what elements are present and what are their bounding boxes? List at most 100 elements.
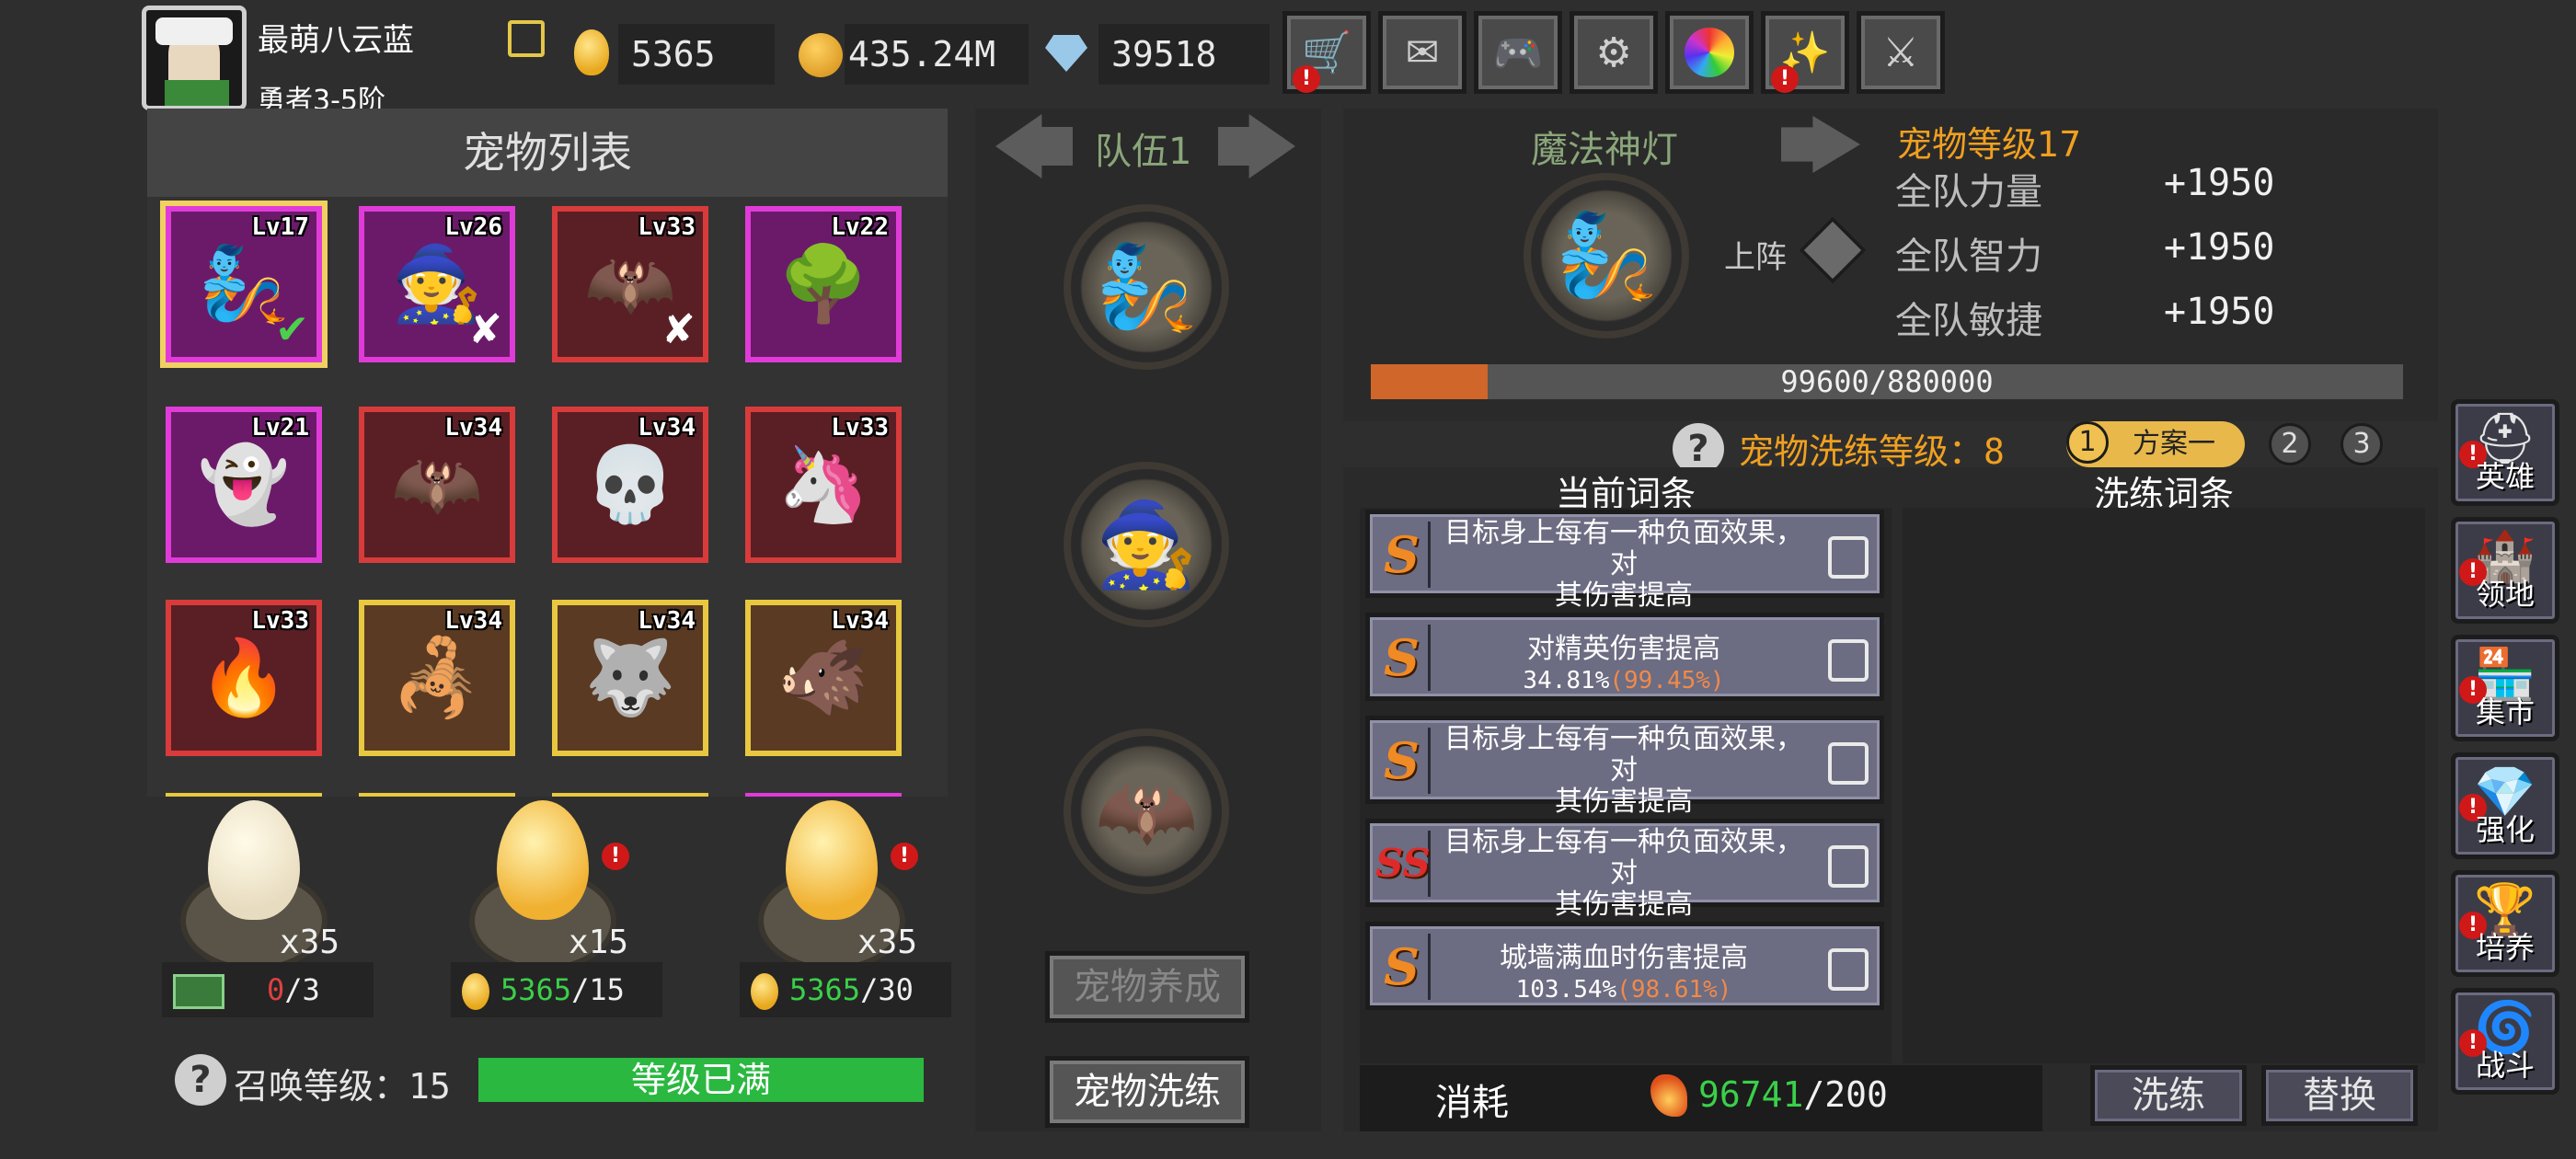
affix-grade: S xyxy=(1375,934,1431,1000)
stat-label: 全队敏捷 xyxy=(1895,300,2042,342)
summon-level-value: 15 xyxy=(408,1066,451,1107)
team-slot-1[interactable]: 🧞 xyxy=(1064,204,1229,370)
gamepad-icon: 🎮 xyxy=(1492,29,1544,76)
pet-name: 魔法神灯 xyxy=(1531,129,1678,171)
pet-raise-button[interactable]: 宠物养成 xyxy=(1045,951,1249,1023)
side-menu-gem-frame[interactable]: 💎! 强化 xyxy=(2451,752,2559,859)
scheme-1-button[interactable]: 1 方案一 xyxy=(2066,421,2245,467)
pet-level: Lv33 xyxy=(251,607,309,635)
affix-card[interactable]: S 对精英伤害提高 34.81%(99.45%) xyxy=(1365,613,1884,701)
pet-card[interactable]: 🔥 Lv33 xyxy=(166,600,322,756)
cost-have: 96741 xyxy=(1698,1074,1804,1115)
pet-card[interactable]: 🦇 Lv33 ✘ xyxy=(552,206,708,362)
unlock-icon[interactable] xyxy=(1828,639,1869,682)
pet-card[interactable]: 🌳 Lv22 xyxy=(745,206,902,362)
egg-cost[interactable]: 5365/30 xyxy=(740,962,951,1017)
edit-name-icon[interactable] xyxy=(508,20,545,57)
side-menu-helmet[interactable]: ⛑! 英雄 xyxy=(2451,399,2559,506)
affix-value-row: 34.81%(99.45%) xyxy=(1438,665,1810,696)
player-name: 最萌八云蓝 xyxy=(258,22,414,59)
replace-button[interactable]: 替换 xyxy=(2261,1065,2418,1126)
egg-cost[interactable]: 0/3 xyxy=(162,962,374,1017)
pet-card[interactable]: 🐗 Lv34 xyxy=(745,600,902,756)
side-menu-market[interactable]: 🏪! 集市 xyxy=(2451,635,2559,741)
shop-button[interactable]: 🛒! xyxy=(1282,11,1371,94)
gray-bat-icon: 🦇 xyxy=(391,442,483,527)
pet-card[interactable]: 🦄 Lv33 xyxy=(745,407,902,563)
swords-button[interactable]: ⚔ xyxy=(1857,11,1945,94)
pet-card[interactable]: 🦂 Lv34 xyxy=(359,600,515,756)
check-icon: ✔ xyxy=(275,306,309,353)
egg-cost-need: /3 xyxy=(284,972,320,1007)
color-wheel-button[interactable] xyxy=(1665,11,1754,94)
gold-amount-box: 5365 xyxy=(618,24,775,85)
affix-value-row: 103.54%(98.61%) xyxy=(1438,974,1810,1005)
egg-cost-need: /15 xyxy=(571,972,625,1007)
side-menu-label: 集市 xyxy=(2475,694,2535,729)
team-slot-2[interactable]: 🧙 xyxy=(1064,462,1229,627)
cost-amount: 96741/200 xyxy=(1698,1074,1888,1115)
bat-icon: 🦇 xyxy=(1094,763,1199,860)
mail-button[interactable]: ✉ xyxy=(1378,11,1466,94)
cross-icon: ✘ xyxy=(661,306,696,353)
witch-icon: 🧙 xyxy=(1094,496,1199,593)
fireworks-button[interactable]: ✨! xyxy=(1761,11,1849,94)
refine-action-button[interactable]: 洗练 xyxy=(2090,1065,2247,1126)
affix-card[interactable]: S目标身上每有一种负面效果，对其伤害提高41.42%(98.62%) xyxy=(1365,716,1884,847)
side-menu-portal[interactable]: 🌀! 战斗 xyxy=(2451,988,2559,1095)
player-avatar[interactable] xyxy=(142,6,247,110)
egg-cost-have: 5365 xyxy=(789,972,861,1007)
pet-level: Lv21 xyxy=(251,414,309,442)
affix-quality: (98.61%) xyxy=(1616,976,1732,1004)
scheme-3-button[interactable]: 3 xyxy=(2340,423,2383,465)
genie-lamp-icon: 🧞 xyxy=(1094,238,1199,336)
egg-cost-need: /30 xyxy=(860,972,914,1007)
pet-level: Lv34 xyxy=(638,414,696,442)
gamepad-button[interactable]: 🎮 xyxy=(1474,11,1562,94)
pet-card[interactable]: 🧙 Lv26 ✘ xyxy=(359,206,515,362)
settings-button[interactable]: ⚙ xyxy=(1570,11,1658,94)
gold-egg-icon xyxy=(751,973,778,1010)
affix-quality: (99.45%) xyxy=(1609,667,1725,694)
egg-cost[interactable]: 5365/15 xyxy=(451,962,662,1017)
affix-desc-line2: 其伤害提高 xyxy=(1555,889,1693,921)
pet-level: Lv22 xyxy=(831,213,889,241)
affix-desc-line1: 对精英伤害提高 xyxy=(1527,633,1720,665)
unlock-icon[interactable] xyxy=(1828,536,1869,579)
unlock-icon[interactable] xyxy=(1828,742,1869,785)
pet-refine-button[interactable]: 宠物洗练 xyxy=(1045,1056,1249,1128)
affix-grade: SS xyxy=(1375,831,1431,897)
summon-level-status: 等级已满 xyxy=(478,1058,924,1102)
pet-card[interactable]: 👻 Lv21 xyxy=(166,407,322,563)
side-menu-label: 强化 xyxy=(2475,812,2535,847)
pet-card[interactable]: 🐺 Lv34 xyxy=(552,600,708,756)
pet-card[interactable]: 💀 Lv34 xyxy=(552,407,708,563)
pet-level: Lv34 xyxy=(444,607,502,635)
stat-value: +1950 xyxy=(2164,162,2275,204)
affix-card[interactable]: SS目标身上每有一种负面效果，对其伤害提高52.58%(95.26%) xyxy=(1365,819,1884,950)
affix-text: 城墙满血时伤害提高 103.54%(98.61%) xyxy=(1438,943,1810,1005)
affix-grade: S xyxy=(1375,625,1431,691)
unicorn-icon: 🦄 xyxy=(777,442,869,527)
pet-card[interactable]: 🦇 Lv34 xyxy=(359,407,515,563)
alert-badge: ! xyxy=(1293,65,1320,93)
scheme-2-button[interactable]: 2 xyxy=(2269,423,2311,465)
side-menu-chalice[interactable]: 🏆! 培养 xyxy=(2451,870,2559,977)
unlock-icon[interactable] xyxy=(1828,845,1869,888)
pet-portrait: 🧞 xyxy=(1524,173,1689,339)
gem-add-icon[interactable] xyxy=(1045,35,1087,72)
affix-card[interactable]: S 城墙满血时伤害提高 103.54%(98.61%) xyxy=(1365,922,1884,1010)
team-label: 队伍1 xyxy=(1095,131,1192,173)
cost-need: /200 xyxy=(1803,1074,1888,1115)
team-slot-3[interactable]: 🦇 xyxy=(1064,729,1229,894)
pet-grid[interactable]: 🧞 Lv17 ✔ 🧙 Lv26 ✘ 🦇 Lv33 ✘ 🌳 Lv22 👻 Lv21 🦇 Lv34 💀 Lv34 🦄 L… xyxy=(147,197,948,809)
coin-add-icon[interactable] xyxy=(799,33,843,77)
affix-card[interactable]: S目标身上每有一种负面效果，对其伤害提高38.15%(90.83%) xyxy=(1365,510,1884,641)
help-icon[interactable]: ? xyxy=(175,1054,226,1106)
reaper-icon: 💀 xyxy=(584,442,676,527)
side-menu-castle[interactable]: 🏰! 领地 xyxy=(2451,517,2559,624)
gear-icon: ⚙ xyxy=(1595,29,1632,76)
pet-card[interactable]: 🧞 Lv17 ✔ xyxy=(166,206,322,362)
affix-grade: S xyxy=(1375,728,1431,794)
unlock-icon[interactable] xyxy=(1828,948,1869,991)
